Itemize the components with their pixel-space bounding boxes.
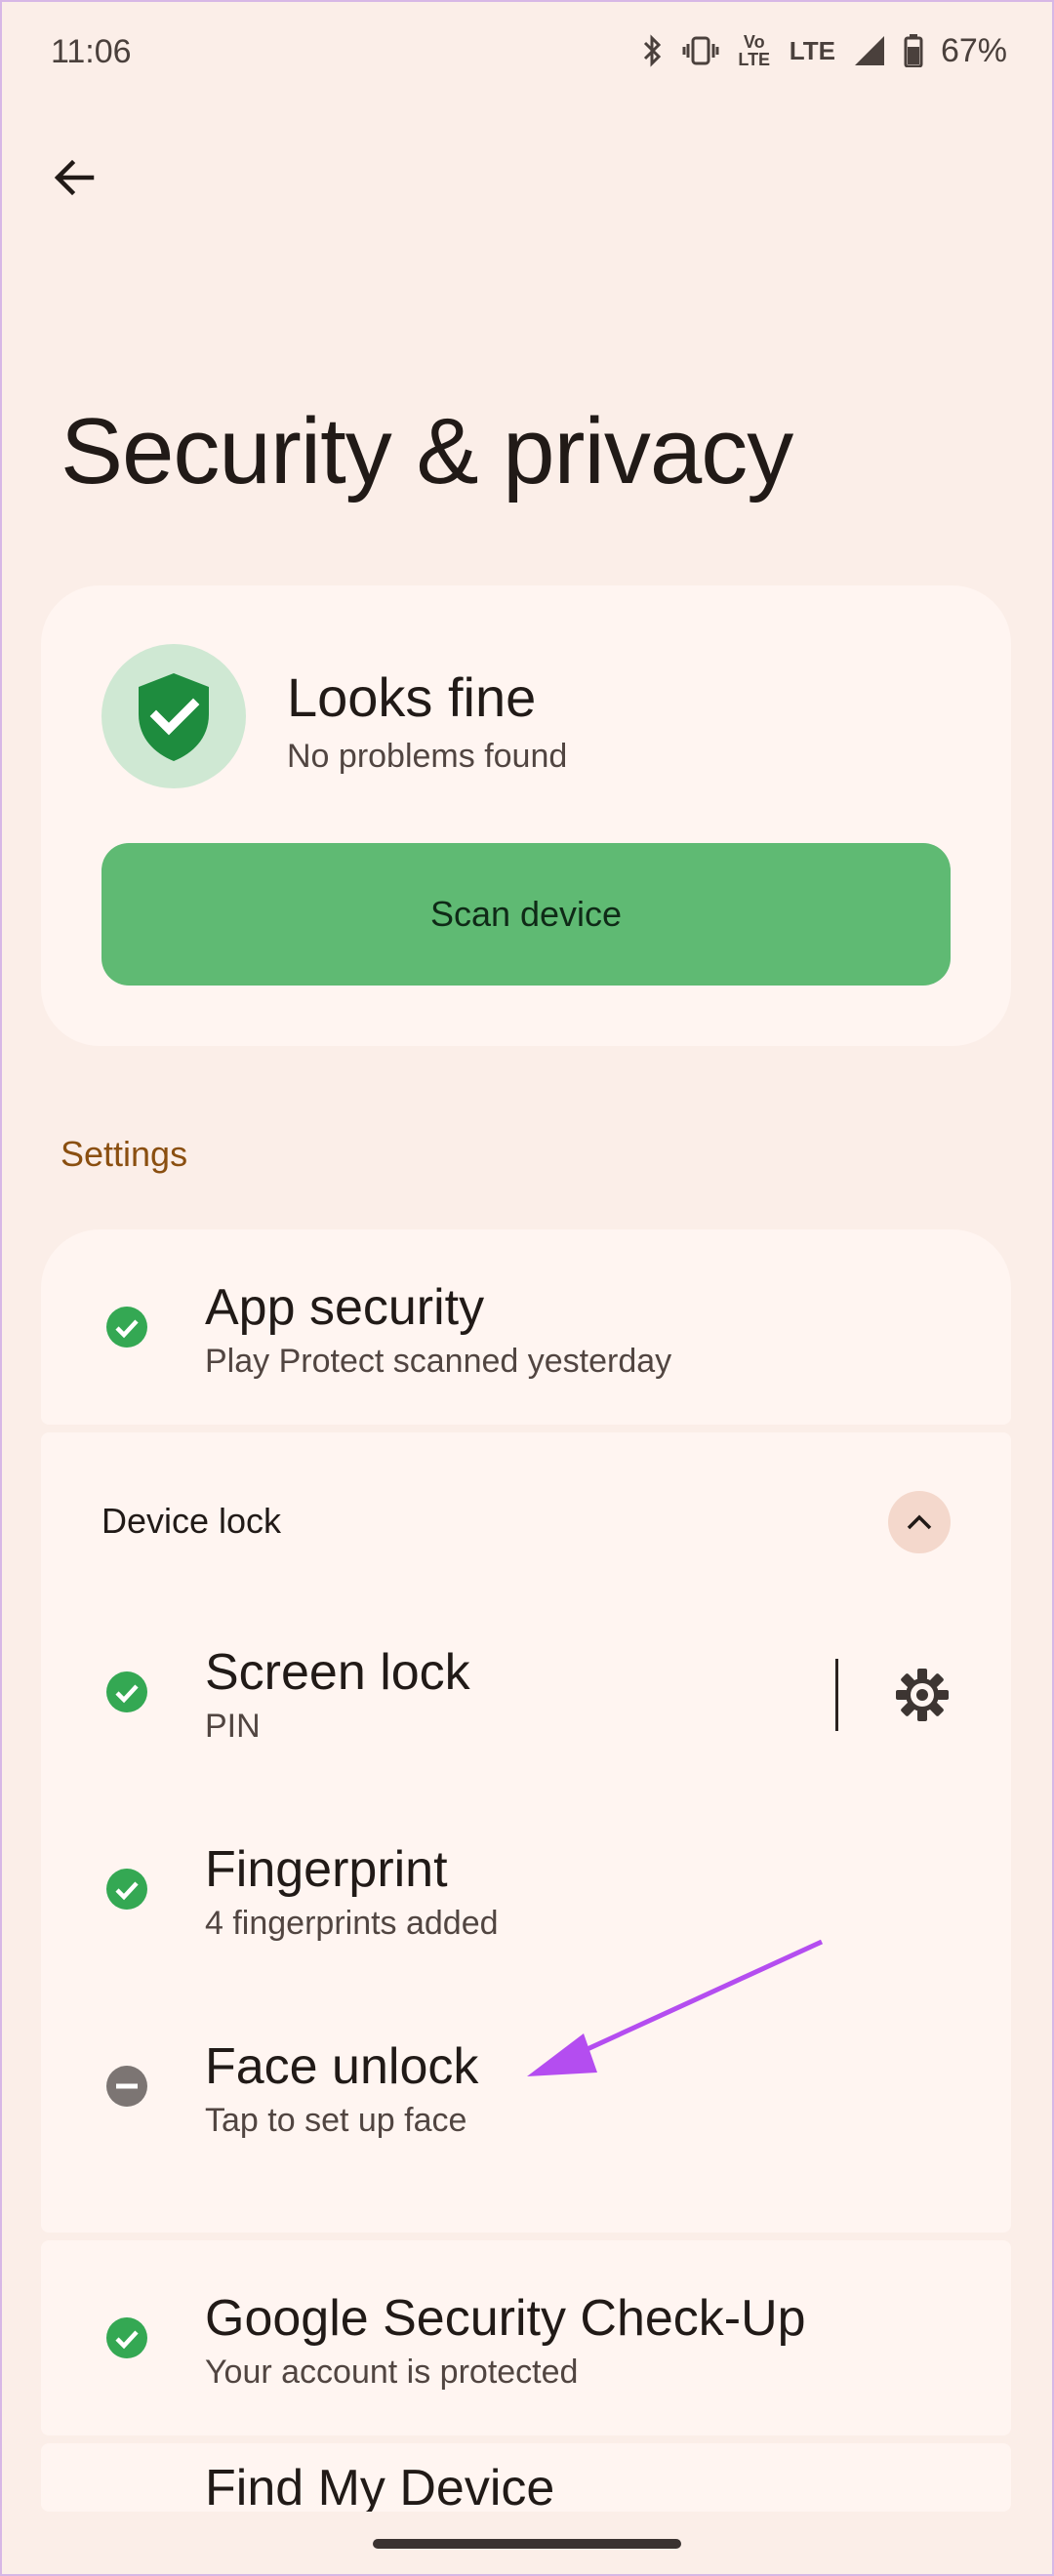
google-security-checkup-card: Google Security Check-Up Your account is… <box>41 2240 1011 2435</box>
security-status-card: Looks fine No problems found Scan device <box>41 585 1011 1046</box>
annotation-arrow-icon <box>527 1939 824 2076</box>
check-circle-icon <box>106 1307 147 1348</box>
find-my-device-title[interactable]: Find My Device <box>205 2459 554 2512</box>
screen-lock-subtitle: PIN <box>205 1708 261 1745</box>
back-arrow-icon <box>54 159 95 196</box>
chevron-up-icon <box>907 1514 932 1530</box>
google-security-checkup-title: Google Security Check-Up <box>205 2290 806 2347</box>
page-title: Security & privacy <box>61 399 793 503</box>
shield-badge <box>101 644 246 788</box>
settings-section-header: Settings <box>61 1134 188 1174</box>
battery-percent: 67% <box>940 31 1007 69</box>
shield-check-icon <box>139 673 209 761</box>
screen-lock-settings-button[interactable] <box>890 1663 954 1727</box>
status-bar: 11:06 Vo LTE LTE 67% <box>0 0 1054 117</box>
app-security-subtitle: Play Protect scanned yesterday <box>205 1343 672 1380</box>
device-lock-card: Device lock Screen lock PIN Fingerprint … <box>41 1432 1011 2233</box>
status-title: Looks fine <box>287 666 537 728</box>
signal-icon <box>853 34 886 67</box>
check-circle-icon <box>106 2317 147 2358</box>
app-security-card: App security Play Protect scanned yester… <box>41 1229 1011 1425</box>
face-unlock-title: Face unlock <box>205 2038 479 2095</box>
check-circle-icon <box>106 1869 147 1910</box>
scan-device-button[interactable]: Scan device <box>101 843 951 986</box>
minus-circle-icon <box>106 2066 147 2107</box>
check-circle-icon <box>106 1671 147 1712</box>
google-security-checkup-row[interactable]: Google Security Check-Up Your account is… <box>41 2270 1011 2406</box>
gear-icon <box>896 1669 949 1721</box>
find-my-device-card: Find My Device <box>41 2443 1011 2512</box>
lte-label: LTE <box>789 36 835 65</box>
screen-lock-title: Screen lock <box>205 1644 470 1701</box>
app-security-row[interactable]: App security Play Protect scanned yester… <box>41 1259 1011 1395</box>
google-security-checkup-subtitle: Your account is protected <box>205 2354 579 2391</box>
collapse-button[interactable] <box>888 1491 951 1553</box>
app-security-title: App security <box>205 1279 485 1336</box>
face-unlock-subtitle: Tap to set up face <box>205 2102 467 2139</box>
fingerprint-title: Fingerprint <box>205 1841 448 1898</box>
gesture-nav-handle[interactable] <box>373 2539 681 2549</box>
back-button[interactable] <box>47 150 101 205</box>
status-subtitle: No problems found <box>287 738 568 775</box>
fingerprint-subtitle: 4 fingerprints added <box>205 1905 499 1942</box>
vibrate-icon <box>682 34 719 67</box>
volte-icon: Vo LTE <box>738 32 771 69</box>
divider <box>835 1659 838 1731</box>
screen-lock-row[interactable]: Screen lock PIN <box>41 1624 1011 1760</box>
device-lock-header: Device lock <box>101 1501 282 1541</box>
status-icons: Vo LTE LTE 67% <box>641 29 1007 72</box>
battery-icon <box>904 34 923 67</box>
status-time: 11:06 <box>51 33 132 70</box>
bluetooth-icon <box>641 33 665 68</box>
